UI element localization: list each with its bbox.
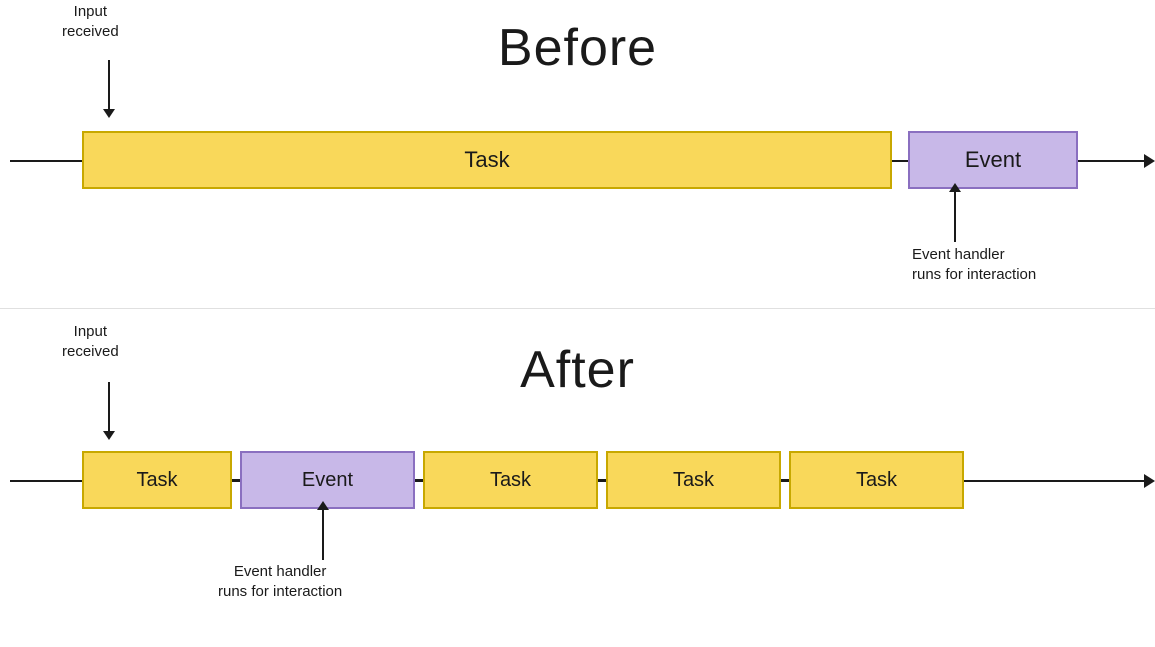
before-title: Before <box>498 18 657 78</box>
after-input-label: Inputreceived <box>62 322 119 361</box>
section-divider <box>0 308 1155 309</box>
before-input-arrow <box>108 60 110 110</box>
before-event-arrow <box>954 192 956 242</box>
connector-3 <box>598 479 606 481</box>
after-task-box-4: Task <box>789 451 964 509</box>
after-event-handler-label: Event handlerruns for interaction <box>218 562 342 601</box>
after-task-box-1: Task <box>82 451 232 509</box>
diagram-container: Before Inputreceived Task Event Event ha… <box>0 0 1155 647</box>
after-input-arrow <box>108 382 110 432</box>
connector-1 <box>232 479 240 481</box>
after-task-box-2: Task <box>423 451 598 509</box>
before-event-box: Event <box>908 131 1078 189</box>
connector-2 <box>415 479 423 481</box>
before-input-label: Inputreceived <box>62 2 119 41</box>
after-event-arrow <box>322 510 324 560</box>
after-task-box-3: Task <box>606 451 781 509</box>
before-event-handler-label: Event handlerruns for interaction <box>912 245 1036 284</box>
connector-4 <box>781 479 789 481</box>
before-task-box: Task <box>82 131 892 189</box>
after-title: After <box>520 340 635 400</box>
